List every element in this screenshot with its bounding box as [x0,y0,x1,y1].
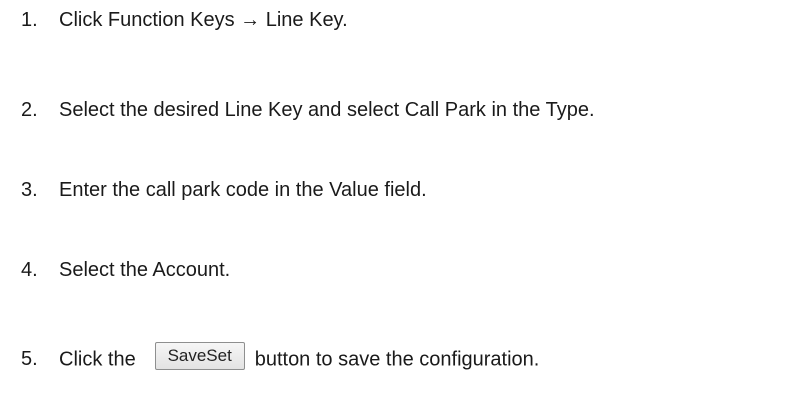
step-text: Click Function Keys → Line Key. [59,9,348,31]
step-text: Select the desired Line Key and select C… [59,99,595,121]
step-3: 3. Enter the call park code in the Value … [21,178,427,202]
step-5: 5. Click the SaveSet button to save the con… [21,342,540,374]
instruction-steps: 1. Click Function Keys → Line Key. 2. Sele… [0,0,806,404]
step-1: 1. Click Function Keys → Line Key. [21,8,348,32]
step-text-after: button to save the configuration. [254,348,540,371]
step-number: 3. [21,179,38,201]
saveset-button[interactable]: SaveSet [154,342,245,370]
step-2: 2. Select the desired Line Key and select… [21,98,595,122]
step-4: 4. Select the Account. [21,258,230,282]
step-text-before: Click the [59,348,136,371]
step-number: 4. [21,259,38,281]
step-number: 5. [21,348,38,371]
step-text: Select the Account. [59,259,231,281]
step-number: 1. [21,9,38,31]
step-text: Enter the call park code in the Value fi… [59,179,427,201]
step-number: 2. [21,99,38,121]
